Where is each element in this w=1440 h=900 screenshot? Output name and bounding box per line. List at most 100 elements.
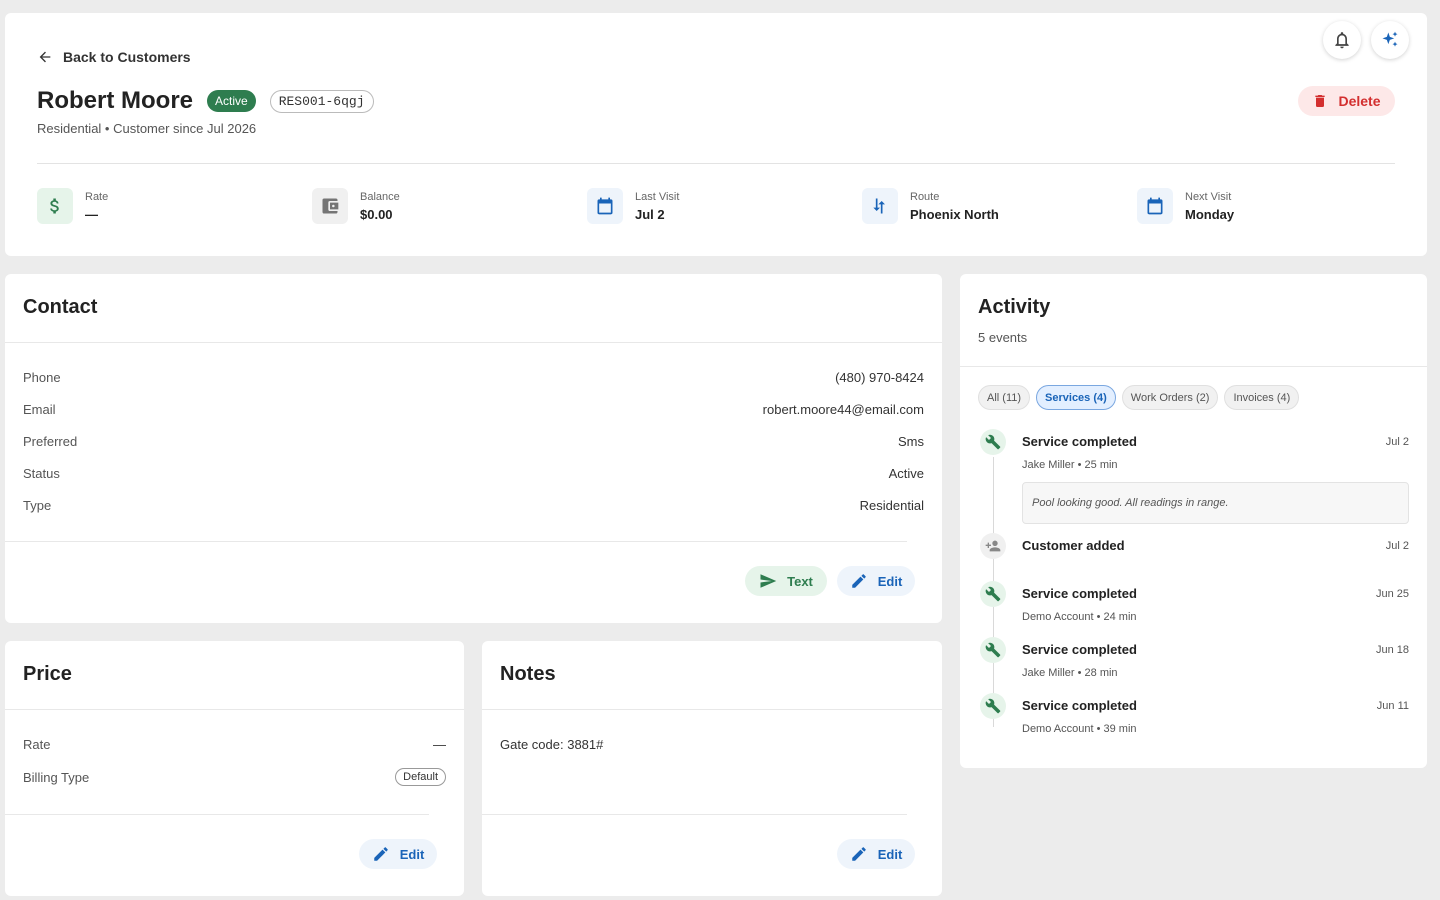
- calendar-icon: [1137, 188, 1173, 224]
- preferred-value: Sms: [898, 434, 924, 449]
- back-label: Back to Customers: [63, 49, 191, 65]
- email-value[interactable]: robert.moore44@email.com: [763, 402, 924, 417]
- price-card: Price Rate — Billing Type Default Edit: [5, 641, 464, 896]
- stat-label: Last Visit: [635, 190, 680, 203]
- text-button[interactable]: Text: [745, 566, 827, 596]
- card-divider: [482, 814, 907, 815]
- edit-label: Edit: [877, 846, 903, 862]
- filter-chip-invoices[interactable]: Invoices (4): [1224, 385, 1300, 410]
- stat-route: Route Phoenix North: [862, 188, 1137, 224]
- contact-row-phone: Phone (480) 970-8424: [23, 370, 924, 385]
- field-label: Preferred: [23, 434, 78, 449]
- filter-chip-services[interactable]: Services (4): [1036, 385, 1116, 410]
- contact-row-email: Email robert.moore44@email.com: [23, 402, 924, 417]
- stat-balance: Balance $0.00: [312, 188, 587, 224]
- contact-row-type: Type Residential: [23, 498, 924, 513]
- notifications-button[interactable]: [1323, 21, 1361, 59]
- field-label: Email: [23, 402, 56, 417]
- edit-label: Edit: [877, 573, 903, 589]
- contact-row-status: Status Active: [23, 466, 924, 481]
- top-actions: [1323, 21, 1409, 59]
- wrench-icon: [980, 693, 1006, 719]
- customer-name: Robert Moore: [37, 87, 193, 114]
- activity-card: Activity 5 events All (11) Services (4) …: [960, 274, 1427, 768]
- customer-name-row: Robert Moore Active RES001-6qgj: [37, 87, 374, 115]
- event-title: Service completed: [1022, 642, 1137, 657]
- type-value: Residential: [859, 498, 924, 513]
- activity-filters: All (11) Services (4) Work Orders (2) In…: [978, 385, 1300, 410]
- delete-button[interactable]: Delete: [1298, 86, 1395, 116]
- filter-chip-all[interactable]: All (11): [978, 385, 1031, 410]
- field-label: Type: [23, 498, 52, 513]
- event-title: Service completed: [1022, 434, 1137, 449]
- status-badge: Active: [207, 90, 256, 112]
- ai-assistant-button[interactable]: [1371, 21, 1409, 59]
- person-add-icon: [980, 533, 1006, 559]
- card-divider: [5, 709, 464, 710]
- edit-notes-button[interactable]: Edit: [837, 839, 915, 869]
- edit-label: Edit: [399, 846, 425, 862]
- event-meta: Demo Account • 39 min: [1022, 723, 1137, 735]
- price-row-billing: Billing Type Default: [23, 768, 446, 786]
- wrench-icon: [980, 429, 1006, 455]
- event-title: Service completed: [1022, 698, 1137, 713]
- notes-text: Gate code: 3881#: [500, 737, 604, 752]
- event-meta: Jake Miller • 25 min: [1022, 459, 1118, 471]
- notes-card: Notes Gate code: 3881# Edit: [482, 641, 942, 896]
- event-meta: Demo Account • 24 min: [1022, 611, 1137, 623]
- back-to-customers-link[interactable]: Back to Customers: [37, 49, 191, 65]
- price-title: Price: [23, 663, 72, 685]
- dollar-icon: [37, 188, 73, 224]
- stat-value: Jul 2: [635, 206, 665, 222]
- stats-row: Rate — Balance $0.00 Last Visit Jul 2 Ro…: [37, 188, 1412, 224]
- billing-type-badge: Default: [395, 768, 446, 786]
- stat-value: —: [85, 206, 98, 222]
- customer-header: Back to Customers Robert Moore Active RE…: [5, 13, 1427, 256]
- pencil-icon: [851, 847, 866, 861]
- event-title: Customer added: [1022, 538, 1125, 553]
- phone-value[interactable]: (480) 970-8424: [835, 370, 924, 385]
- arrow-left-icon: [39, 51, 51, 63]
- event-date: Jun 25: [1375, 588, 1409, 600]
- stat-next-visit: Next Visit Monday: [1137, 188, 1412, 224]
- stat-last-visit: Last Visit Jul 2: [587, 188, 862, 224]
- customer-subtitle: Residential • Customer since Jul 2026: [37, 121, 257, 136]
- card-divider: [5, 342, 942, 343]
- field-label: Phone: [23, 370, 61, 385]
- stat-value: Monday: [1185, 206, 1235, 222]
- pencil-icon: [851, 574, 866, 588]
- notes-content: Gate code: 3881#: [500, 737, 924, 752]
- filter-chip-work-orders[interactable]: Work Orders (2): [1121, 385, 1219, 410]
- edit-price-button[interactable]: Edit: [359, 839, 437, 869]
- sparkle-icon: [1382, 31, 1398, 47]
- trash-icon: [1315, 95, 1326, 107]
- event-note: Pool looking good. All readings in range…: [1022, 482, 1409, 524]
- calendar-icon: [587, 188, 623, 224]
- card-divider: [482, 709, 942, 710]
- event-date: Jun 11: [1376, 700, 1409, 712]
- contact-card: Contact Phone (480) 970-8424 Email rober…: [5, 274, 942, 623]
- field-label: Rate: [23, 737, 51, 752]
- field-label: Billing Type: [23, 769, 90, 785]
- event-date: Jul 2: [1385, 540, 1409, 552]
- wallet-icon: [312, 188, 348, 224]
- card-divider: [5, 814, 429, 815]
- event-date: Jun 18: [1375, 644, 1409, 656]
- delete-label: Delete: [1338, 93, 1381, 109]
- stat-label: Rate: [85, 190, 109, 203]
- stat-rate: Rate —: [37, 188, 312, 224]
- event-date: Jul 2: [1385, 436, 1409, 448]
- text-button-label: Text: [787, 573, 813, 589]
- edit-contact-button[interactable]: Edit: [837, 566, 915, 596]
- notes-title: Notes: [500, 663, 556, 685]
- stat-value: Phoenix North: [910, 206, 999, 222]
- send-icon: [760, 574, 777, 588]
- rate-value: —: [433, 737, 446, 752]
- card-divider: [5, 541, 907, 542]
- event-meta: Jake Miller • 28 min: [1022, 667, 1118, 679]
- wrench-icon: [980, 581, 1006, 607]
- contact-title: Contact: [23, 296, 98, 318]
- pencil-icon: [373, 847, 388, 861]
- price-row-rate: Rate —: [23, 737, 446, 752]
- stat-label: Next Visit: [1185, 190, 1232, 203]
